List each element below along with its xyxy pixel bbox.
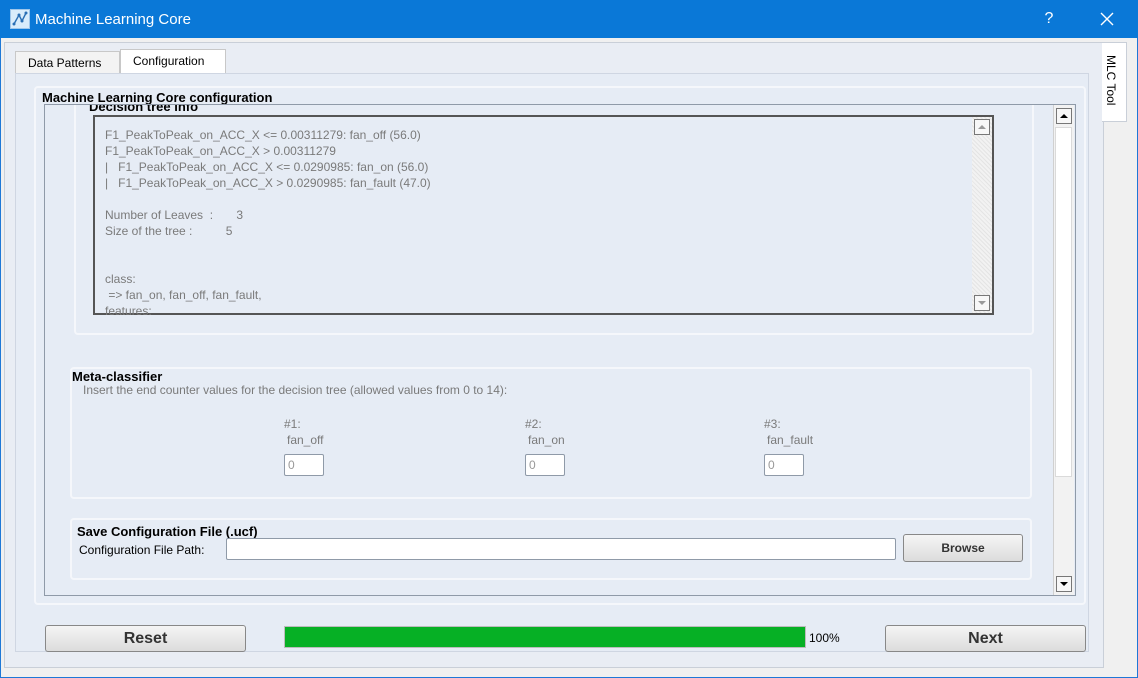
- close-button[interactable]: [1088, 0, 1126, 38]
- decision-tree-text: F1_PeakToPeak_on_ACC_X <= 0.00311279: fa…: [105, 127, 431, 319]
- main-scrollbar[interactable]: [1053, 105, 1074, 595]
- progress-bar: [284, 626, 806, 648]
- textbox-scroll-down-button[interactable]: [974, 295, 990, 311]
- decision-tree-title: Decision tree info: [89, 104, 199, 114]
- close-icon: [1100, 12, 1114, 26]
- progress-text: 100%: [809, 631, 840, 645]
- counter-3-input[interactable]: 0: [764, 454, 804, 476]
- scroll-down-button[interactable]: [1056, 576, 1072, 592]
- next-button[interactable]: Next: [885, 625, 1086, 652]
- triangle-down-icon: [1060, 582, 1068, 586]
- config-path-input[interactable]: [226, 538, 896, 560]
- decision-tree-line: Size of the tree : 5: [105, 224, 233, 238]
- decision-tree-line: | F1_PeakToPeak_on_ACC_X <= 0.0290985: f…: [105, 160, 429, 174]
- decision-tree-line: F1_PeakToPeak_on_ACC_X <= 0.00311279: fa…: [105, 128, 421, 142]
- counter-1-class: fan_off: [287, 433, 324, 447]
- decision-tree-line: Number of Leaves : 3: [105, 208, 244, 222]
- decision-tree-line: [105, 191, 431, 207]
- decision-tree-line: [105, 239, 431, 255]
- decision-tree-textbox[interactable]: F1_PeakToPeak_on_ACC_X <= 0.00311279: fa…: [93, 115, 994, 318]
- scroll-up-button[interactable]: [1056, 108, 1072, 124]
- decision-tree-line: | F1_PeakToPeak_on_ACC_X > 0.0290985: fa…: [105, 176, 431, 190]
- config-path-label: Configuration File Path:: [79, 543, 205, 557]
- tab-configuration[interactable]: Configuration: [120, 49, 226, 74]
- textbox-scrollbar[interactable]: [972, 117, 992, 313]
- meta-classifier-instructions: Insert the end counter values for the de…: [83, 383, 508, 397]
- counter-1-input[interactable]: 0: [284, 454, 324, 476]
- tab-data-patterns[interactable]: Data Patterns: [15, 51, 120, 73]
- browse-button[interactable]: Browse: [903, 534, 1023, 562]
- decision-tree-line: features:: [105, 304, 152, 318]
- counter-3-class: fan_fault: [767, 433, 814, 447]
- triangle-down-icon: [978, 301, 986, 305]
- section-title: Machine Learning Core configuration: [42, 90, 273, 105]
- save-config-title: Save Configuration File (.ucf): [77, 524, 258, 539]
- counter-3-index: #3:: [764, 417, 781, 431]
- scroll-thumb[interactable]: [1055, 127, 1072, 477]
- counter-2-input[interactable]: 0: [525, 454, 565, 476]
- decision-tree-line: F1_PeakToPeak_on_ACC_X > 0.00311279: [105, 144, 336, 158]
- progress-fill: [285, 627, 805, 647]
- decision-tree-line: [105, 255, 431, 271]
- decision-tree-line: => fan_on, fan_off, fan_fault,: [105, 288, 262, 302]
- window-title: Machine Learning Core: [35, 11, 191, 28]
- help-button[interactable]: ?: [1030, 0, 1068, 38]
- title-bar: Machine Learning Core ?: [0, 0, 1138, 38]
- scroll-area[interactable]: Decision tree info F1_PeakToPeak_on_ACC_…: [44, 104, 1076, 596]
- counter-2-class: fan_on: [528, 433, 565, 447]
- side-tab-label: MLC Tool: [1104, 55, 1118, 106]
- side-tab-mlc-tool[interactable]: MLC Tool: [1102, 42, 1127, 122]
- triangle-up-icon: [978, 125, 986, 129]
- counter-1-index: #1:: [284, 417, 301, 431]
- triangle-up-icon: [1060, 114, 1068, 118]
- decision-tree-line: class:: [105, 272, 136, 286]
- counter-2-index: #2:: [525, 417, 542, 431]
- meta-classifier-title: Meta-classifier: [72, 369, 163, 384]
- textbox-scroll-up-button[interactable]: [974, 119, 990, 135]
- reset-button[interactable]: Reset: [45, 625, 246, 652]
- app-icon: [10, 9, 30, 29]
